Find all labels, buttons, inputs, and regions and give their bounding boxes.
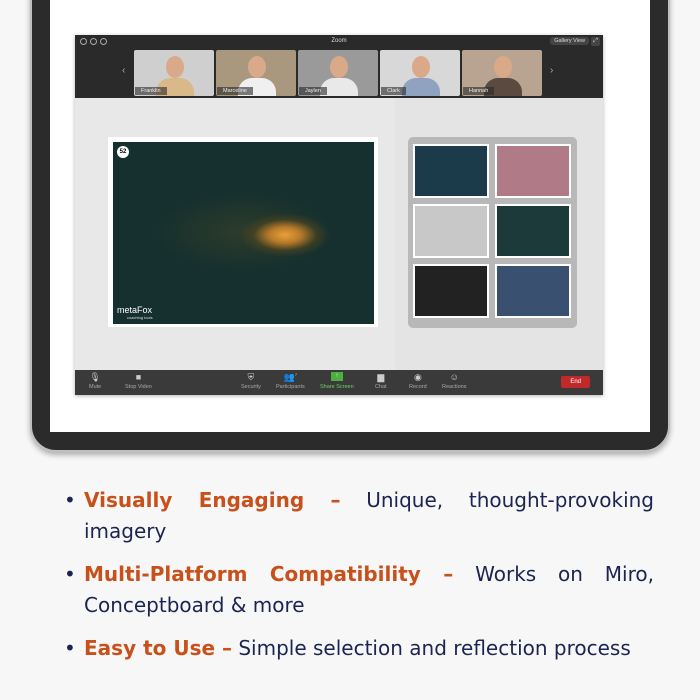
card-thumbnail[interactable] [495, 264, 571, 318]
participants-button[interactable]: 👥7 Participants [276, 372, 305, 390]
participant-name: Marceline [217, 87, 253, 95]
end-button[interactable]: End [561, 376, 590, 388]
reactions-button[interactable]: ☺ Reactions [442, 372, 466, 390]
title-bar: Zoom Gallery View ⤢ ‹ Franklin Marceline J… [75, 35, 603, 98]
list-item: Easy to Use – Simple selection and refle… [64, 633, 654, 664]
participant-name: Jaylen [299, 87, 327, 95]
card-thumbnail[interactable] [413, 204, 489, 258]
participant-face [166, 56, 184, 78]
participant-name: Hannah [463, 87, 495, 95]
stop-video-button[interactable]: ■ Stop Video [125, 372, 152, 390]
chevron-right-icon[interactable]: › [550, 65, 553, 76]
card-number: 52 [117, 146, 129, 158]
participants-icon: 👥7 [283, 372, 298, 382]
metafox-logo: metaFox coaching tools [117, 305, 153, 320]
card-thumbnail[interactable] [413, 144, 489, 198]
card-thumbnail[interactable] [495, 144, 571, 198]
record-button[interactable]: ◉ Record [409, 372, 427, 390]
video-camera-icon: ■ [135, 372, 142, 382]
mute-button[interactable]: 🎙 Mute [89, 372, 101, 390]
meeting-toolbar: 🎙 Mute ■ Stop Video ⛨ Security 👥7 Participan… [75, 370, 603, 395]
list-item: Multi-Platform Compatibility – Works on … [64, 559, 654, 621]
card-image: 52 metaFox coaching tools [113, 142, 374, 324]
participant-face [494, 56, 512, 78]
participant-video [402, 78, 440, 96]
zoom-window: Zoom Gallery View ⤢ ‹ Franklin Marceline J… [75, 35, 603, 395]
security-button[interactable]: ⛨ Security [241, 372, 261, 390]
participant-tile[interactable]: Jaylen [298, 50, 378, 96]
thumbnail-panel [408, 137, 577, 328]
feature-list: Visually Engaging – Unique, thought-prov… [64, 485, 654, 676]
shield-icon: ⛨ [247, 372, 255, 382]
participant-tile[interactable]: Marceline [216, 50, 296, 96]
chevron-left-icon[interactable]: ‹ [122, 65, 125, 76]
participant-tile[interactable]: Franklin [134, 50, 214, 96]
chat-button[interactable]: ▆ Chat [375, 372, 387, 390]
participant-tile[interactable]: Hannah [462, 50, 542, 96]
participant-name: Franklin [135, 87, 167, 95]
participant-face [248, 56, 266, 78]
card-thumbnail[interactable] [413, 264, 489, 318]
microphone-icon: 🎙 [89, 372, 101, 382]
gallery-view-button[interactable]: Gallery View [550, 37, 589, 45]
share-arrow-icon: ↑ [330, 372, 343, 381]
smiley-icon: ☺ [449, 372, 459, 382]
chat-icon: ▆ [377, 372, 385, 382]
list-item: Visually Engaging – Unique, thought-prov… [64, 485, 654, 547]
participant-face [412, 56, 430, 78]
fullscreen-icon[interactable]: ⤢ [591, 37, 600, 46]
participant-name: Clark [381, 87, 406, 95]
participant-tile[interactable]: Clark [380, 50, 460, 96]
window-title: Zoom [331, 38, 347, 44]
participant-strip: Franklin Marceline Jaylen Clark Hannah [134, 50, 542, 96]
shared-card: 52 metaFox coaching tools [108, 137, 378, 327]
record-icon: ◉ [413, 372, 422, 382]
participant-face [330, 56, 348, 78]
share-screen-button[interactable]: ↑ Share Screen [320, 372, 354, 390]
card-thumbnail[interactable] [495, 204, 571, 258]
